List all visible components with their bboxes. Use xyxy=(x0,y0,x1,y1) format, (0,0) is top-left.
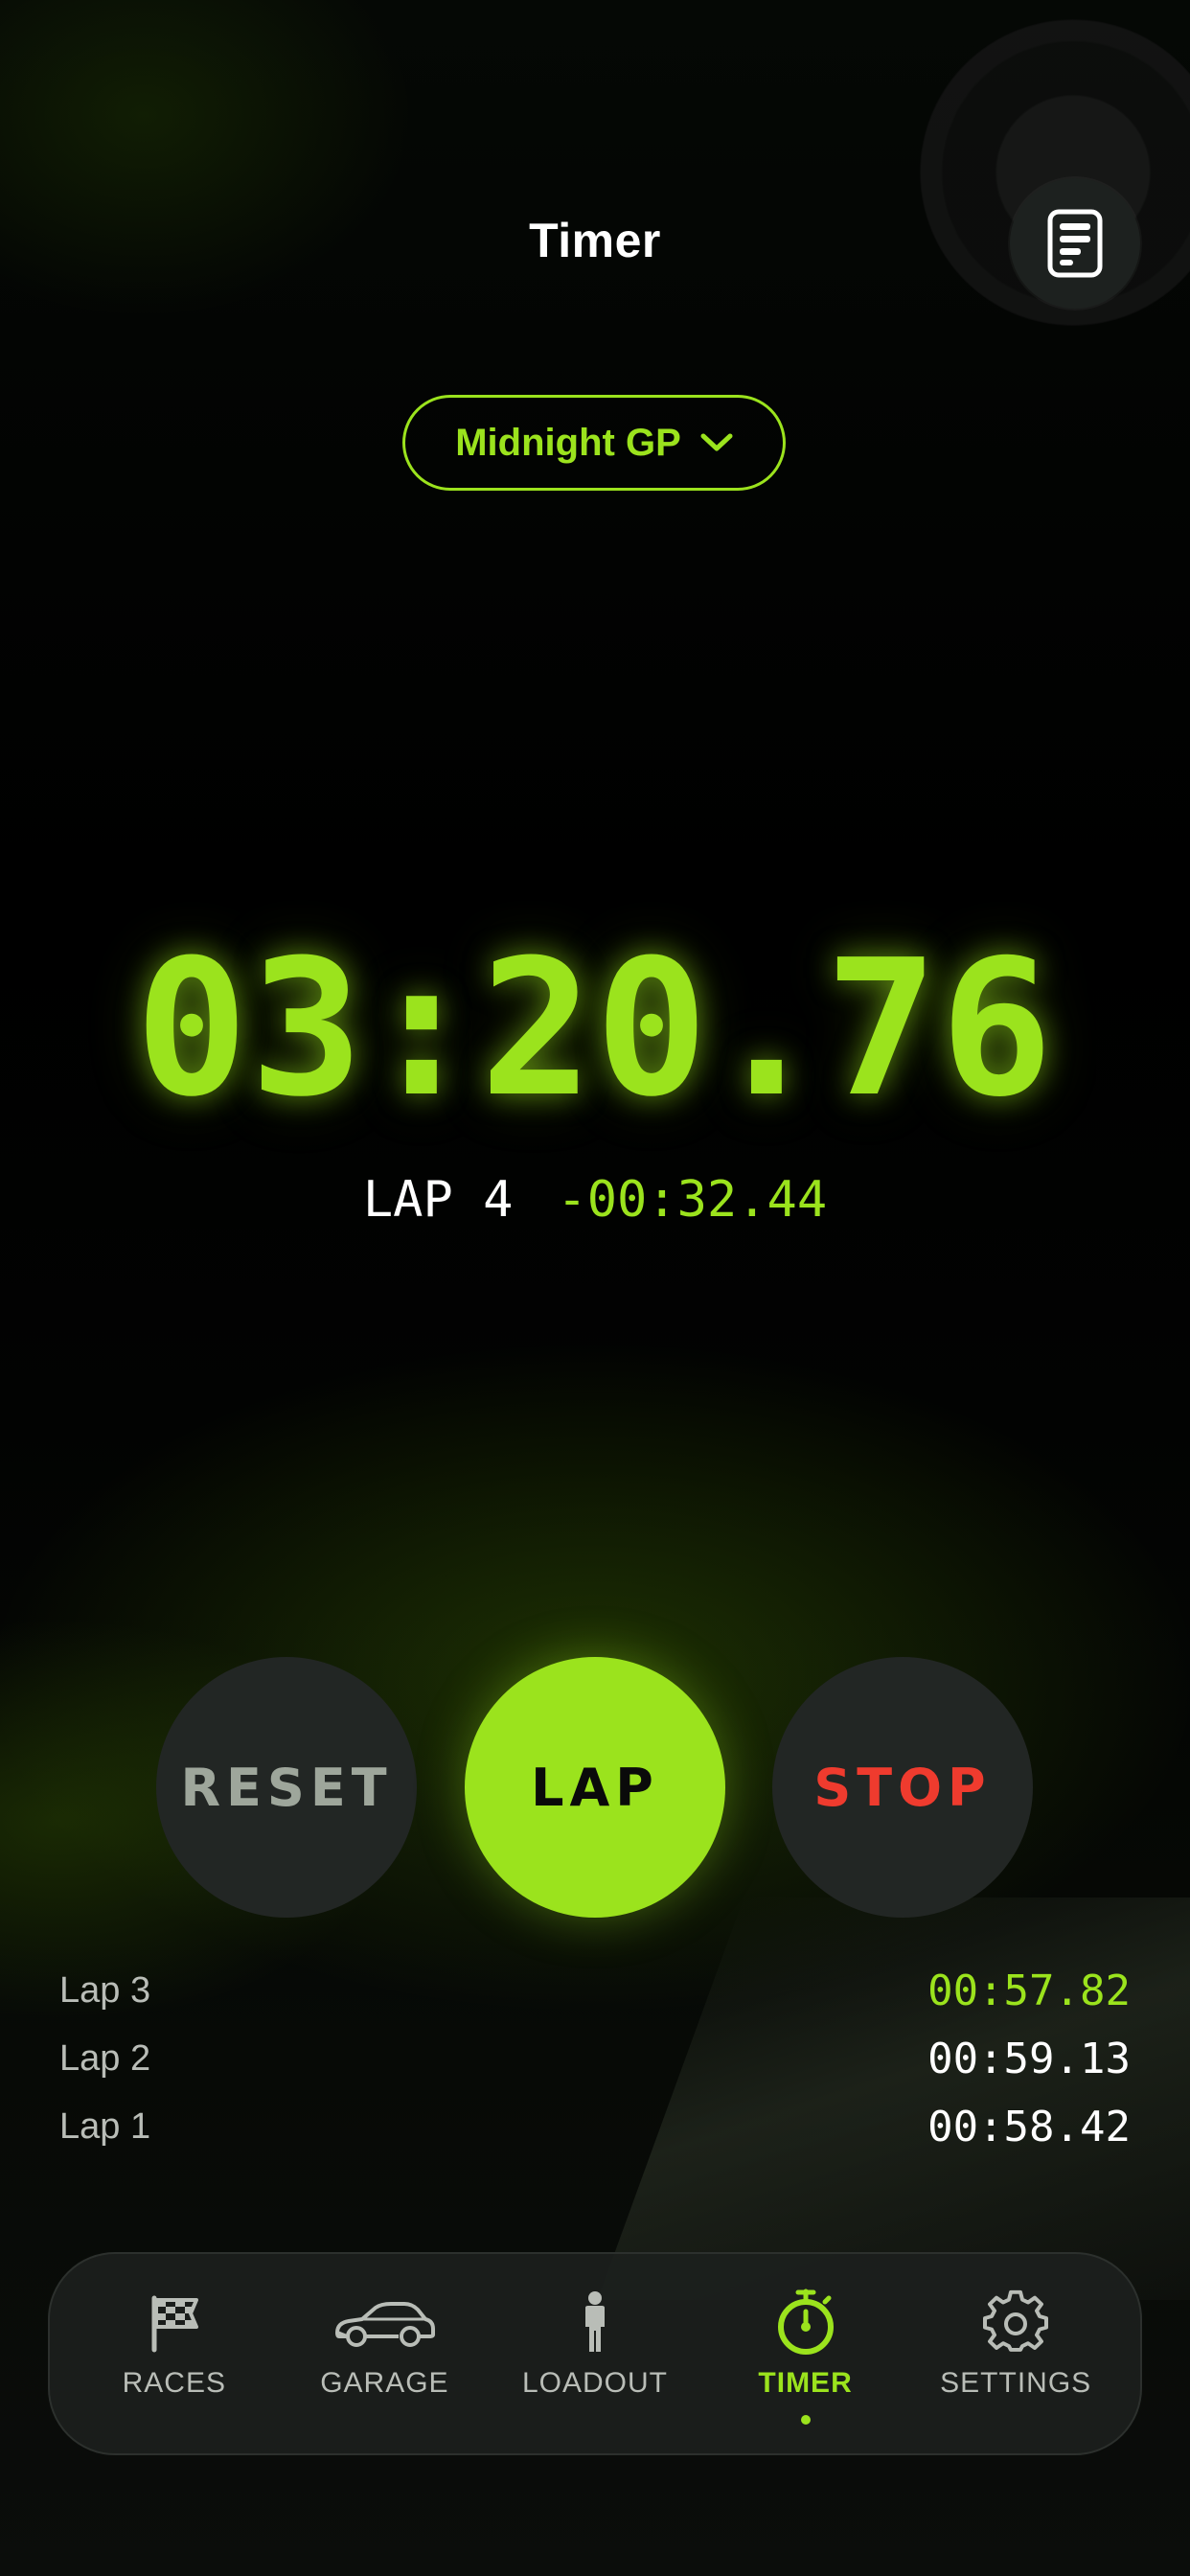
tab-garage[interactable]: GARAGE xyxy=(288,2254,480,2453)
gear-icon xyxy=(983,2289,1049,2352)
checkered-flag-icon xyxy=(151,2295,198,2353)
active-tab-indicator xyxy=(800,2415,811,2425)
current-lap-label: LAP 4 xyxy=(362,1171,514,1229)
tab-label: LOADOUT xyxy=(521,2367,668,2399)
tab-label: TIMER xyxy=(758,2367,853,2399)
lap-time: 00:58.42 xyxy=(927,2103,1131,2151)
chevron-down-icon xyxy=(700,433,733,451)
list-document-icon xyxy=(1047,209,1103,278)
tab-races[interactable]: RACES xyxy=(79,2254,270,2453)
lap-name: Lap 1 xyxy=(59,2106,151,2147)
background-art xyxy=(0,0,1190,2576)
tab-loadout[interactable]: LOADOUT xyxy=(499,2254,691,2453)
lap-time: 00:59.13 xyxy=(927,2035,1131,2083)
lap-name: Lap 3 xyxy=(59,1970,151,2011)
lap-delta: -00:32.44 xyxy=(557,1171,828,1229)
stopwatch-icon xyxy=(777,2288,834,2355)
tab-timer[interactable]: TIMER xyxy=(710,2254,902,2453)
lap-log-button[interactable] xyxy=(1010,178,1140,309)
stop-button[interactable]: STOP xyxy=(772,1657,1033,1918)
tab-bar: RACES GARAGE LOADOUT TIMER SETTINGS xyxy=(48,2252,1142,2455)
lap-button[interactable]: LAP xyxy=(465,1657,725,1918)
elapsed-time: 03:20.76 xyxy=(134,920,1055,1138)
lap-list: Lap 3 00:57.82 Lap 2 00:59.13 Lap 1 00:5… xyxy=(59,1957,1131,2161)
lap-row-2: Lap 2 00:59.13 xyxy=(59,2025,1131,2093)
tab-label: SETTINGS xyxy=(940,2367,1092,2399)
reset-button[interactable]: RESET xyxy=(156,1657,417,1918)
lap-time: 00:57.82 xyxy=(927,1966,1131,2015)
tab-settings[interactable]: SETTINGS xyxy=(920,2254,1111,2453)
race-selector-label: Midnight GP xyxy=(455,421,681,464)
current-lap-row: LAP 4 -00:32.44 xyxy=(0,1171,1190,1229)
tab-label: RACES xyxy=(122,2367,226,2399)
person-icon xyxy=(584,2291,605,2352)
tab-label: GARAGE xyxy=(320,2367,449,2399)
lap-name: Lap 2 xyxy=(59,2038,151,2079)
lap-row-1: Lap 1 00:58.42 xyxy=(59,2093,1131,2161)
lap-row-3: Lap 3 00:57.82 xyxy=(59,1957,1131,2025)
car-icon xyxy=(335,2302,436,2347)
race-selector[interactable]: Midnight GP xyxy=(402,395,786,491)
